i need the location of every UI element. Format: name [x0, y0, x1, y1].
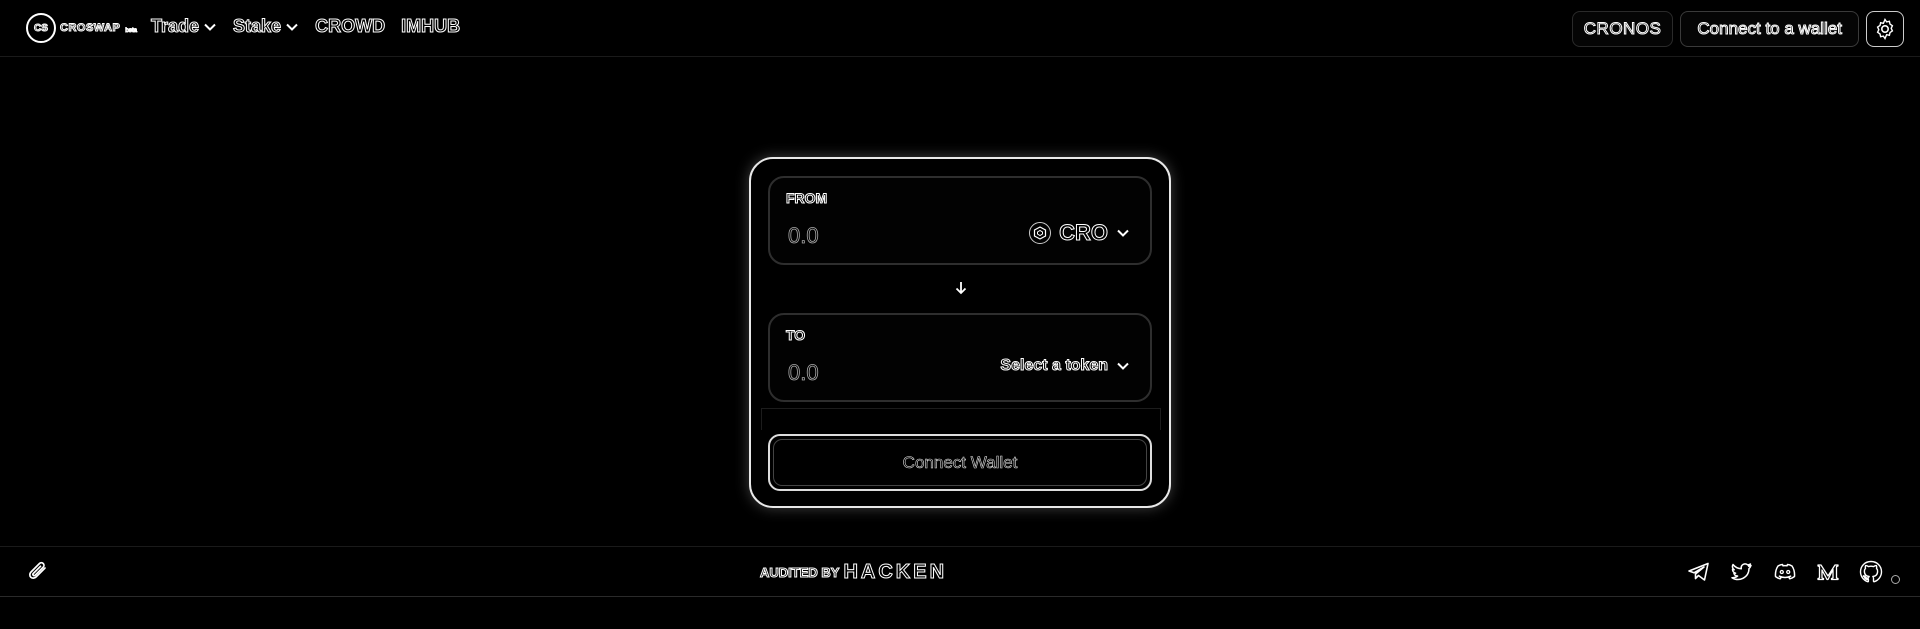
logo-text: CROSWAP [59, 22, 121, 35]
from-token-name: CRO [1059, 220, 1109, 246]
gear-icon [1876, 18, 1894, 40]
settings-button[interactable] [1866, 11, 1904, 47]
hacken-logo: HACKEN [843, 561, 948, 584]
button-inner-border [773, 439, 1147, 486]
logo-mark: CS [26, 13, 56, 43]
status-dot [1891, 574, 1900, 584]
github-icon[interactable] [1858, 559, 1884, 585]
swap-direction-button[interactable] [952, 279, 970, 297]
croswap-logo[interactable]: CS CROSWAP beta [26, 13, 138, 43]
info-divider [761, 408, 1161, 430]
to-label: TO [785, 327, 806, 344]
from-label: FROM [785, 190, 828, 207]
network-button[interactable]: CRONOS [1571, 11, 1674, 47]
nav-trade-label: Trade [150, 16, 200, 37]
nav-crowd-label: CROWD [315, 16, 386, 37]
to-amount-input[interactable] [786, 359, 936, 387]
from-token-select[interactable]: CRO [1029, 220, 1130, 246]
discord-icon[interactable] [1772, 559, 1798, 585]
nav-stake[interactable]: Stake [233, 16, 299, 37]
arrow-down-icon [955, 282, 967, 295]
telegram-icon[interactable] [1686, 559, 1712, 585]
logo-sub: beta [125, 28, 138, 35]
main-nav: Trade Stake CROWD IMHUB [150, 16, 461, 37]
top-navbar: CS CROSWAP beta Trade Stake CROWD IMHUB … [0, 0, 1920, 57]
social-links [1686, 559, 1900, 585]
cro-token-icon [1029, 222, 1052, 244]
nav-imhub-label: IMHUB [401, 16, 461, 37]
chevron-down-icon [1116, 359, 1130, 373]
footer: AUDITED BY HACKEN [0, 546, 1920, 597]
nav-crowd[interactable]: CROWD [315, 16, 386, 37]
network-label: CRONOS [1583, 19, 1662, 39]
chevron-down-icon [1116, 226, 1130, 240]
swap-card: FROM CRO TO Select a token Connect [749, 157, 1171, 508]
connect-wallet-button[interactable]: Connect to a wallet [1680, 11, 1859, 47]
twitter-icon[interactable] [1729, 559, 1755, 585]
paperclip-icon[interactable] [26, 560, 50, 584]
header-actions: CRONOS Connect to a wallet [1571, 11, 1904, 47]
to-token-select[interactable]: Select a token [1000, 357, 1130, 375]
chevron-down-icon [286, 23, 298, 31]
from-amount-input[interactable] [786, 222, 936, 250]
nav-stake-label: Stake [233, 16, 282, 37]
to-field: TO Select a token [768, 313, 1152, 402]
connect-wallet-label: Connect to a wallet [1697, 19, 1843, 39]
audited-badge[interactable]: AUDITED BY HACKEN [759, 561, 948, 584]
medium-icon[interactable] [1815, 559, 1841, 585]
select-token-label: Select a token [1000, 357, 1109, 375]
nav-trade[interactable]: Trade [150, 16, 217, 37]
audited-label: AUDITED BY [759, 565, 840, 581]
nav-imhub[interactable]: IMHUB [401, 16, 461, 37]
connect-wallet-main-button[interactable]: Connect Wallet [768, 434, 1152, 491]
chevron-down-icon [204, 23, 216, 31]
from-field: FROM CRO [768, 176, 1152, 265]
